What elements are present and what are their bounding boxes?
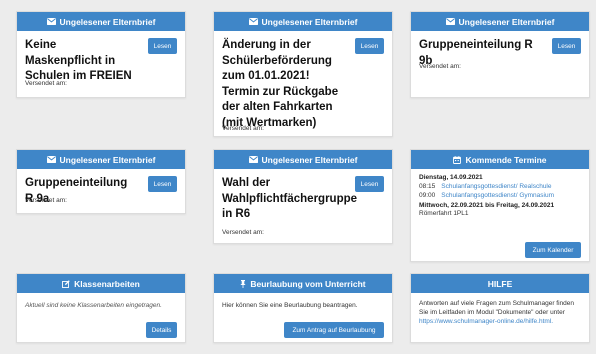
read-button[interactable]: Lesen — [355, 176, 384, 192]
envelope-icon — [248, 18, 258, 25]
event-time: 08:15 — [419, 183, 436, 190]
event-day-heading: Dienstag, 14.09.2021 — [419, 174, 483, 181]
card-header-label: Ungelesener Elternbrief — [261, 154, 358, 165]
calendar-button[interactable]: Zum Kalender — [525, 242, 581, 258]
letter-card-4: Ungelesener Elternbrief Gruppeneinteilun… — [16, 149, 186, 214]
event-link[interactable]: Schulanfangsgottesdienst/ Gymnasium — [441, 191, 554, 200]
sent-date-label: Versendet am: — [25, 80, 67, 87]
letter-card-2: Ungelesener Elternbrief Änderung in der … — [213, 11, 393, 137]
card-header: Klassenarbeiten — [17, 274, 185, 293]
card-header-label: Kommende Termine — [465, 154, 547, 165]
card-header-label: Beurlaubung vom Unterricht — [250, 278, 366, 289]
letter-card-5: Ungelesener Elternbrief Wahl der Wahlpfl… — [213, 149, 393, 244]
card-header: Ungelesener Elternbrief — [17, 150, 185, 169]
event-time: 09:00 — [419, 192, 436, 199]
read-button[interactable]: Lesen — [552, 38, 581, 54]
upcoming-events-card: Kommende Termine Dienstag, 14.09.2021 08… — [410, 149, 590, 262]
card-header-label: Klassenarbeiten — [74, 278, 140, 289]
letter-card-1: Ungelesener Elternbrief Keine Maskenpfli… — [16, 11, 186, 98]
event-row: 09:00 Schulanfangsgottesdienst/ Gymnasiu… — [419, 191, 581, 200]
help-text: Antworten auf viele Fragen zum Schulmana… — [419, 299, 581, 326]
envelope-icon — [248, 156, 258, 163]
card-header-label: HILFE — [487, 278, 513, 289]
envelope-icon — [46, 156, 56, 163]
details-button[interactable]: Details — [146, 322, 177, 338]
pin-icon — [240, 279, 246, 288]
envelope-icon — [445, 18, 455, 25]
envelope-icon — [46, 18, 56, 25]
card-header: Kommende Termine — [411, 150, 589, 169]
card-header-label: Ungelesener Elternbrief — [59, 154, 156, 165]
read-button[interactable]: Lesen — [355, 38, 384, 54]
leave-card: Beurlaubung vom Unterricht Hier können S… — [213, 273, 393, 343]
card-header-label: Ungelesener Elternbrief — [261, 16, 358, 27]
card-header: Ungelesener Elternbrief — [411, 12, 589, 31]
exams-empty-text: Aktuell sind keine Klassenarbeiten einge… — [25, 302, 162, 309]
card-header: Ungelesener Elternbrief — [17, 12, 185, 31]
event-link[interactable]: Schulanfangsgottesdienst/ Realschule — [441, 182, 551, 191]
help-link[interactable]: https://www.schulmanager-online.de/hilfe… — [419, 318, 553, 325]
exams-card: Klassenarbeiten Aktuell sind keine Klass… — [16, 273, 186, 343]
help-description: Antworten auf viele Fragen zum Schulmana… — [419, 300, 575, 316]
sent-date-label: Versendet am: — [419, 63, 461, 70]
read-button[interactable]: Lesen — [148, 176, 177, 192]
read-button[interactable]: Lesen — [148, 38, 177, 54]
event-row: 08:15 Schulanfangsgottesdienst/ Realschu… — [419, 182, 581, 191]
leave-request-button[interactable]: Zum Antrag auf Beurlaubung — [284, 322, 384, 338]
letter-card-3: Ungelesener Elternbrief Gruppeneinteilun… — [410, 11, 590, 98]
edit-icon — [62, 279, 70, 288]
card-header: Ungelesener Elternbrief — [214, 12, 392, 31]
sent-date-label: Versendet am: — [25, 197, 67, 204]
card-header: HILFE — [411, 274, 589, 293]
calendar-icon — [453, 155, 462, 164]
card-header-label: Ungelesener Elternbrief — [458, 16, 555, 27]
sent-date-label: Versendet am: — [222, 125, 264, 132]
event-link[interactable]: Römerfahrt 1PL1 — [419, 209, 581, 218]
help-card: HILFE Antworten auf viele Fragen zum Sch… — [410, 273, 590, 343]
sent-date-label: Versendet am: — [222, 229, 264, 236]
card-header: Ungelesener Elternbrief — [214, 150, 392, 169]
leave-description: Hier können Sie eine Beurlaubung beantra… — [222, 302, 358, 309]
event-range-heading: Mittwoch, 22.09.2021 bis Freitag, 24.09.… — [419, 202, 555, 209]
card-header-label: Ungelesener Elternbrief — [59, 16, 156, 27]
card-header: Beurlaubung vom Unterricht — [214, 274, 392, 293]
